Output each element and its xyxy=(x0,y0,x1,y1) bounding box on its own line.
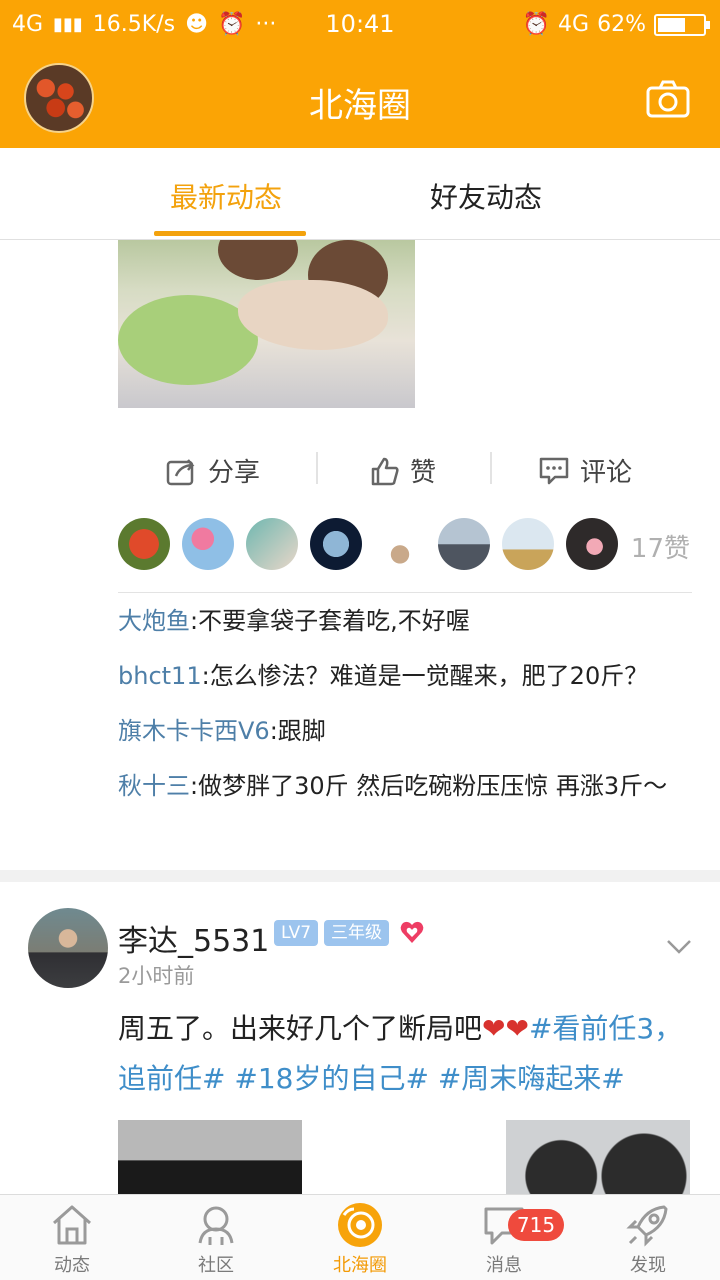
comment-item[interactable]: 秋十三:做梦胖了30斤 然后吃碗粉压压惊 再涨3斤～ xyxy=(118,771,698,801)
liker-avatar[interactable] xyxy=(502,518,554,570)
active-tab-indicator xyxy=(154,231,306,236)
community-icon xyxy=(198,1206,234,1245)
liker-avatar[interactable] xyxy=(182,518,234,570)
battery-percent: 62% xyxy=(597,12,646,37)
heart-emoji-icon: ❤❤ xyxy=(482,1012,529,1045)
tab-latest[interactable]: 最新动态 xyxy=(170,176,282,216)
chevron-down-icon[interactable] xyxy=(666,938,692,956)
feed-tabs: 最新动态 好友动态 xyxy=(0,148,720,240)
nav-item-circle[interactable]: 北海圈 xyxy=(310,1201,410,1277)
hashtag[interactable]: #18岁的自己# xyxy=(234,1062,429,1095)
commenter-name[interactable]: 大炮鱼 xyxy=(118,607,190,635)
comment-icon xyxy=(539,457,569,484)
nav-label: 消息 xyxy=(486,1255,522,1276)
status-bar: 4G ▮▮▮ 16.5K/s ☻ ⏰ ··· 10:41 ⏰ 4G 62% xyxy=(0,0,720,52)
divider xyxy=(490,452,492,484)
comment-item[interactable]: 大炮鱼:不要拿袋子套着吃,不好喔 xyxy=(118,606,698,636)
post-image[interactable] xyxy=(118,240,415,408)
commenter-name[interactable]: 秋十三 xyxy=(118,772,190,800)
liker-avatar[interactable] xyxy=(438,518,490,570)
comment-text: 跟脚 xyxy=(277,717,326,745)
nav-label: 发现 xyxy=(630,1255,666,1276)
nav-label: 动态 xyxy=(54,1255,90,1276)
post-image[interactable] xyxy=(312,1120,496,1194)
rocket-icon xyxy=(626,1205,668,1247)
hashtag[interactable]: #周末嗨起来# xyxy=(438,1062,625,1095)
tab-friends[interactable]: 好友动态 xyxy=(430,176,542,216)
post-time: 2小时前 xyxy=(118,964,195,988)
like-label: 赞 xyxy=(410,458,437,488)
bottom-nav: 动态 社区 北海圈 715 消息 发现 xyxy=(0,1194,720,1280)
alarm-icon: ⏰ xyxy=(522,12,551,37)
home-icon xyxy=(53,1205,91,1245)
poster-avatar[interactable] xyxy=(28,908,108,988)
commenter-name[interactable]: bhct11 xyxy=(118,662,202,690)
nav-item-feed[interactable]: 动态 xyxy=(22,1201,122,1277)
comment-separator: : xyxy=(190,772,199,800)
comment-text: 不要拿袋子套着吃,不好喔 xyxy=(198,607,470,635)
nav-item-community[interactable]: 社区 xyxy=(166,1201,266,1277)
like-button[interactable]: 赞 xyxy=(370,452,436,489)
app-header: 北海圈 xyxy=(0,52,720,148)
liker-avatar[interactable] xyxy=(118,518,170,570)
post-text: 周五了。出来好几个了断局吧❤❤#看前任3，追前任# #18岁的自己# #周末嗨起… xyxy=(118,1004,688,1104)
share-label: 分享 xyxy=(208,458,261,488)
commenter-name[interactable]: 旗木卡卡西V6 xyxy=(118,717,270,745)
comment-list: 大炮鱼:不要拿袋子套着吃,不好喔 bhct11:怎么惨法？难道是一觉醒来，肥了2… xyxy=(118,606,698,826)
likers-row: 17赞 xyxy=(118,518,698,572)
nav-label: 北海圈 xyxy=(333,1255,387,1276)
comment-button[interactable]: 评论 xyxy=(538,452,632,489)
unread-badge: 715 xyxy=(508,1209,564,1241)
share-button[interactable]: 分享 xyxy=(166,452,260,489)
comment-separator: : xyxy=(269,717,278,745)
comment-text: 怎么惨法？难道是一觉醒来，肥了20斤？ xyxy=(209,662,649,690)
share-icon xyxy=(166,458,195,485)
page-title: 北海圈 xyxy=(309,86,411,126)
camera-icon[interactable] xyxy=(646,80,690,118)
like-count[interactable]: 17赞 xyxy=(631,528,690,565)
comment-item[interactable]: bhct11:怎么惨法？难道是一觉醒来，肥了20斤？ xyxy=(118,661,698,691)
comment-separator: : xyxy=(201,662,210,690)
comment-item[interactable]: 旗木卡卡西V6:跟脚 xyxy=(118,716,698,746)
post-image[interactable] xyxy=(506,1120,690,1194)
liker-avatar[interactable] xyxy=(246,518,298,570)
post-image[interactable] xyxy=(118,1120,302,1194)
liker-avatar[interactable] xyxy=(374,518,426,570)
nav-item-messages[interactable]: 715 消息 xyxy=(454,1201,564,1277)
nav-label: 社区 xyxy=(198,1255,234,1276)
post-card: 李达_5531 LV7 三年级 2小时前 周五了。出来好几个了断局吧❤❤#看前任… xyxy=(0,882,720,1194)
post-body: 周五了。出来好几个了断局吧 xyxy=(118,1012,483,1045)
divider xyxy=(316,452,318,484)
poster-name[interactable]: 李达_5531 xyxy=(118,916,269,960)
comment-text: 做梦胖了30斤 然后吃碗粉压压惊 再涨3斤～ xyxy=(198,772,668,800)
level-badge: LV7 xyxy=(274,920,319,946)
comment-label: 评论 xyxy=(580,458,633,488)
circle-icon xyxy=(338,1203,382,1247)
comment-separator: : xyxy=(190,607,199,635)
liker-avatar[interactable] xyxy=(310,518,362,570)
heart-icon xyxy=(398,918,426,946)
post-card: 分享 赞 评论 17赞 大炮鱼:不要拿袋子套着吃,不好喔 bhct11:怎么惨法… xyxy=(0,240,720,870)
battery-icon xyxy=(654,13,710,36)
grade-badge: 三年级 xyxy=(324,920,389,946)
nav-item-discover[interactable]: 发现 xyxy=(598,1201,698,1277)
divider xyxy=(118,592,692,593)
liker-avatar[interactable] xyxy=(566,518,618,570)
network-indicator-right: 4G xyxy=(558,12,590,37)
thumbs-up-icon xyxy=(371,457,399,485)
